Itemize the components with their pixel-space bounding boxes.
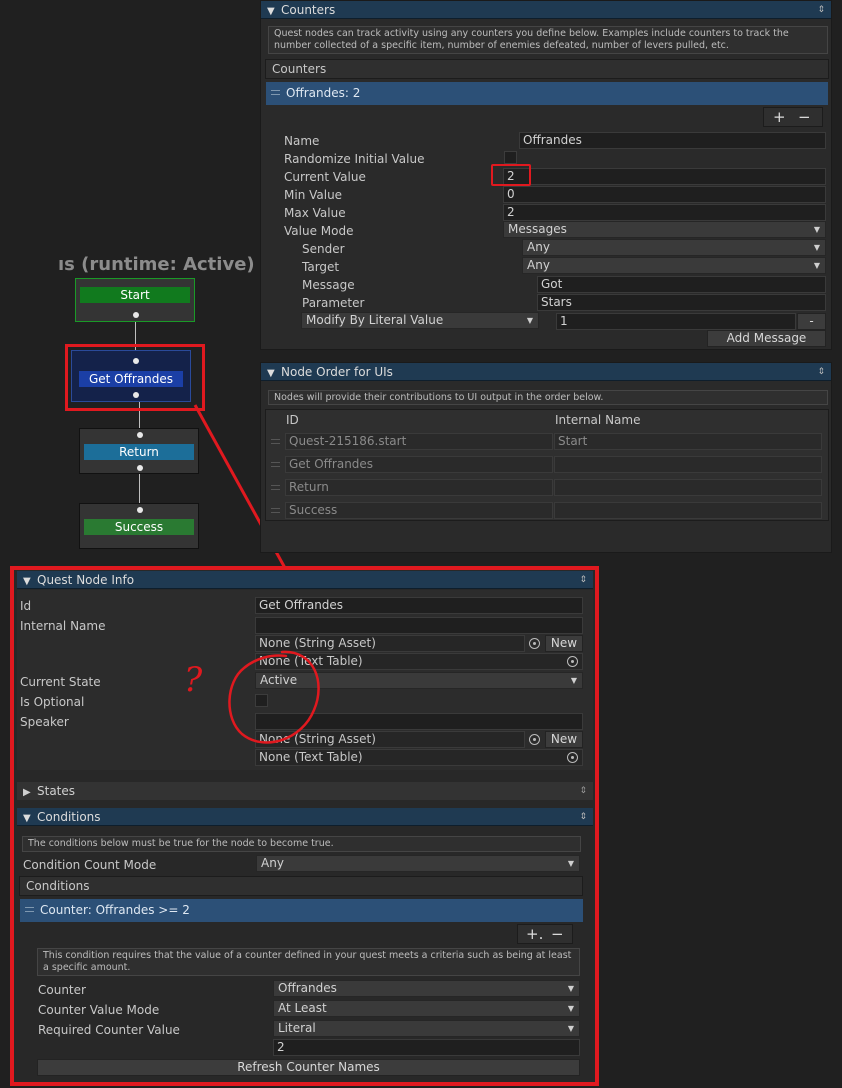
- target-value: Any: [527, 258, 550, 272]
- target-dropdown[interactable]: Any ▼: [522, 257, 826, 274]
- node-id-field: Get Offrandes: [285, 456, 553, 473]
- node-id-field: Success: [285, 502, 553, 519]
- add-message-button[interactable]: Add Message: [707, 330, 826, 347]
- current-value-label: Current Value: [284, 170, 366, 184]
- dropdown-arrow-icon: ▼: [813, 261, 820, 270]
- modify-mode-value: Modify By Literal Value: [306, 313, 444, 327]
- counters-header[interactable]: ▼ Counters ⇕: [261, 1, 831, 19]
- node-return-label: Return: [84, 444, 194, 460]
- node-internal-field: [554, 456, 822, 473]
- message-label: Message: [302, 278, 355, 292]
- node-order-table: ID Internal Name Quest-215186.start Star…: [265, 409, 829, 521]
- max-value-label: Max Value: [284, 206, 346, 220]
- dropdown-arrow-icon: ▼: [526, 316, 533, 325]
- col-id-header: ID: [286, 413, 299, 427]
- value-mode-value: Messages: [508, 222, 567, 236]
- value-mode-label: Value Mode: [284, 224, 354, 238]
- node-order-title: Node Order for UIs: [281, 365, 393, 379]
- node-success-label: Success: [84, 519, 194, 535]
- node-order-row[interactable]: Return: [268, 478, 828, 498]
- graph-title: ıs (runtime: Active): [58, 254, 255, 275]
- node-success[interactable]: Success: [79, 503, 199, 549]
- up-down-icon: ⇕: [817, 367, 825, 377]
- foldout-open-icon: ▼: [267, 6, 275, 17]
- annotation-question-mark: ?: [184, 660, 203, 700]
- annotation-highlight-node: [65, 344, 205, 411]
- node-order-header[interactable]: ▼ Node Order for UIs ⇕: [261, 363, 831, 381]
- node-internal-field: [554, 502, 822, 519]
- modify-mode-dropdown[interactable]: Modify By Literal Value ▼: [301, 312, 539, 329]
- sender-value: Any: [527, 240, 550, 254]
- node-start-label: Start: [80, 287, 190, 303]
- annotation-highlight-current-value: [491, 164, 531, 186]
- sender-label: Sender: [302, 242, 345, 256]
- drag-handle-icon[interactable]: [271, 485, 280, 490]
- annotation-highlight-inspector: [10, 566, 599, 1086]
- name-label: Name: [284, 134, 320, 148]
- annotation-circle: [228, 650, 320, 744]
- node-internal-field: Start: [554, 433, 822, 450]
- node-order-row[interactable]: Get Offrandes: [268, 455, 828, 475]
- output-port[interactable]: [133, 312, 139, 318]
- node-order-row[interactable]: Success: [268, 501, 828, 521]
- node-order-row[interactable]: Quest-215186.start Start: [268, 432, 828, 452]
- max-value-field[interactable]: 2: [503, 204, 826, 221]
- output-port[interactable]: [137, 465, 143, 471]
- remove-counter-button[interactable]: −: [798, 108, 811, 126]
- randomize-label: Randomize Initial Value: [284, 152, 425, 166]
- drag-handle-icon[interactable]: [271, 462, 280, 467]
- node-id-field: Return: [285, 479, 553, 496]
- node-internal-field: [554, 479, 822, 496]
- input-port[interactable]: [137, 432, 143, 438]
- modify-amount-field[interactable]: 1: [556, 313, 796, 330]
- node-order-panel: ▼ Node Order for UIs ⇕ Nodes will provide…: [260, 362, 832, 553]
- counters-panel: ▼ Counters ⇕ Quest nodes can track activi…: [260, 0, 832, 350]
- current-value-field[interactable]: 2: [503, 168, 826, 185]
- node-id-field: Quest-215186.start: [285, 433, 553, 450]
- min-value-label: Min Value: [284, 188, 343, 202]
- randomize-checkbox[interactable]: [504, 151, 517, 164]
- foldout-open-icon: ▼: [267, 368, 275, 379]
- drag-handle-icon[interactable]: [271, 90, 280, 95]
- add-counter-button[interactable]: +: [773, 108, 786, 126]
- counter-list-footer: + −: [763, 107, 823, 127]
- node-order-help: Nodes will provide their contributions t…: [268, 390, 828, 405]
- sender-dropdown[interactable]: Any ▼: [522, 239, 826, 256]
- name-field[interactable]: Offrandes: [519, 132, 826, 149]
- counter-list-item-label: Offrandes: 2: [286, 86, 361, 100]
- dropdown-arrow-icon: ▼: [813, 225, 820, 234]
- parameter-label: Parameter: [302, 296, 365, 310]
- dropdown-arrow-icon: ▼: [813, 243, 820, 252]
- counters-help: Quest nodes can track activity using any…: [268, 26, 828, 54]
- counter-list-item[interactable]: Offrandes: 2: [266, 82, 828, 105]
- remove-message-button[interactable]: -: [797, 313, 826, 330]
- min-value-field[interactable]: 0: [503, 186, 826, 203]
- node-start[interactable]: Start: [75, 278, 195, 322]
- target-label: Target: [302, 260, 340, 274]
- up-down-icon: ⇕: [817, 5, 825, 15]
- input-port[interactable]: [137, 507, 143, 513]
- message-field[interactable]: Got: [537, 276, 826, 293]
- node-return[interactable]: Return: [79, 428, 199, 474]
- drag-handle-icon[interactable]: [271, 508, 280, 513]
- col-internal-header: Internal Name: [555, 413, 641, 427]
- value-mode-dropdown[interactable]: Messages ▼: [503, 221, 826, 238]
- drag-handle-icon[interactable]: [271, 439, 280, 444]
- parameter-field[interactable]: Stars: [537, 294, 826, 311]
- counters-title: Counters: [281, 3, 336, 17]
- counters-list-header: Counters: [265, 59, 829, 79]
